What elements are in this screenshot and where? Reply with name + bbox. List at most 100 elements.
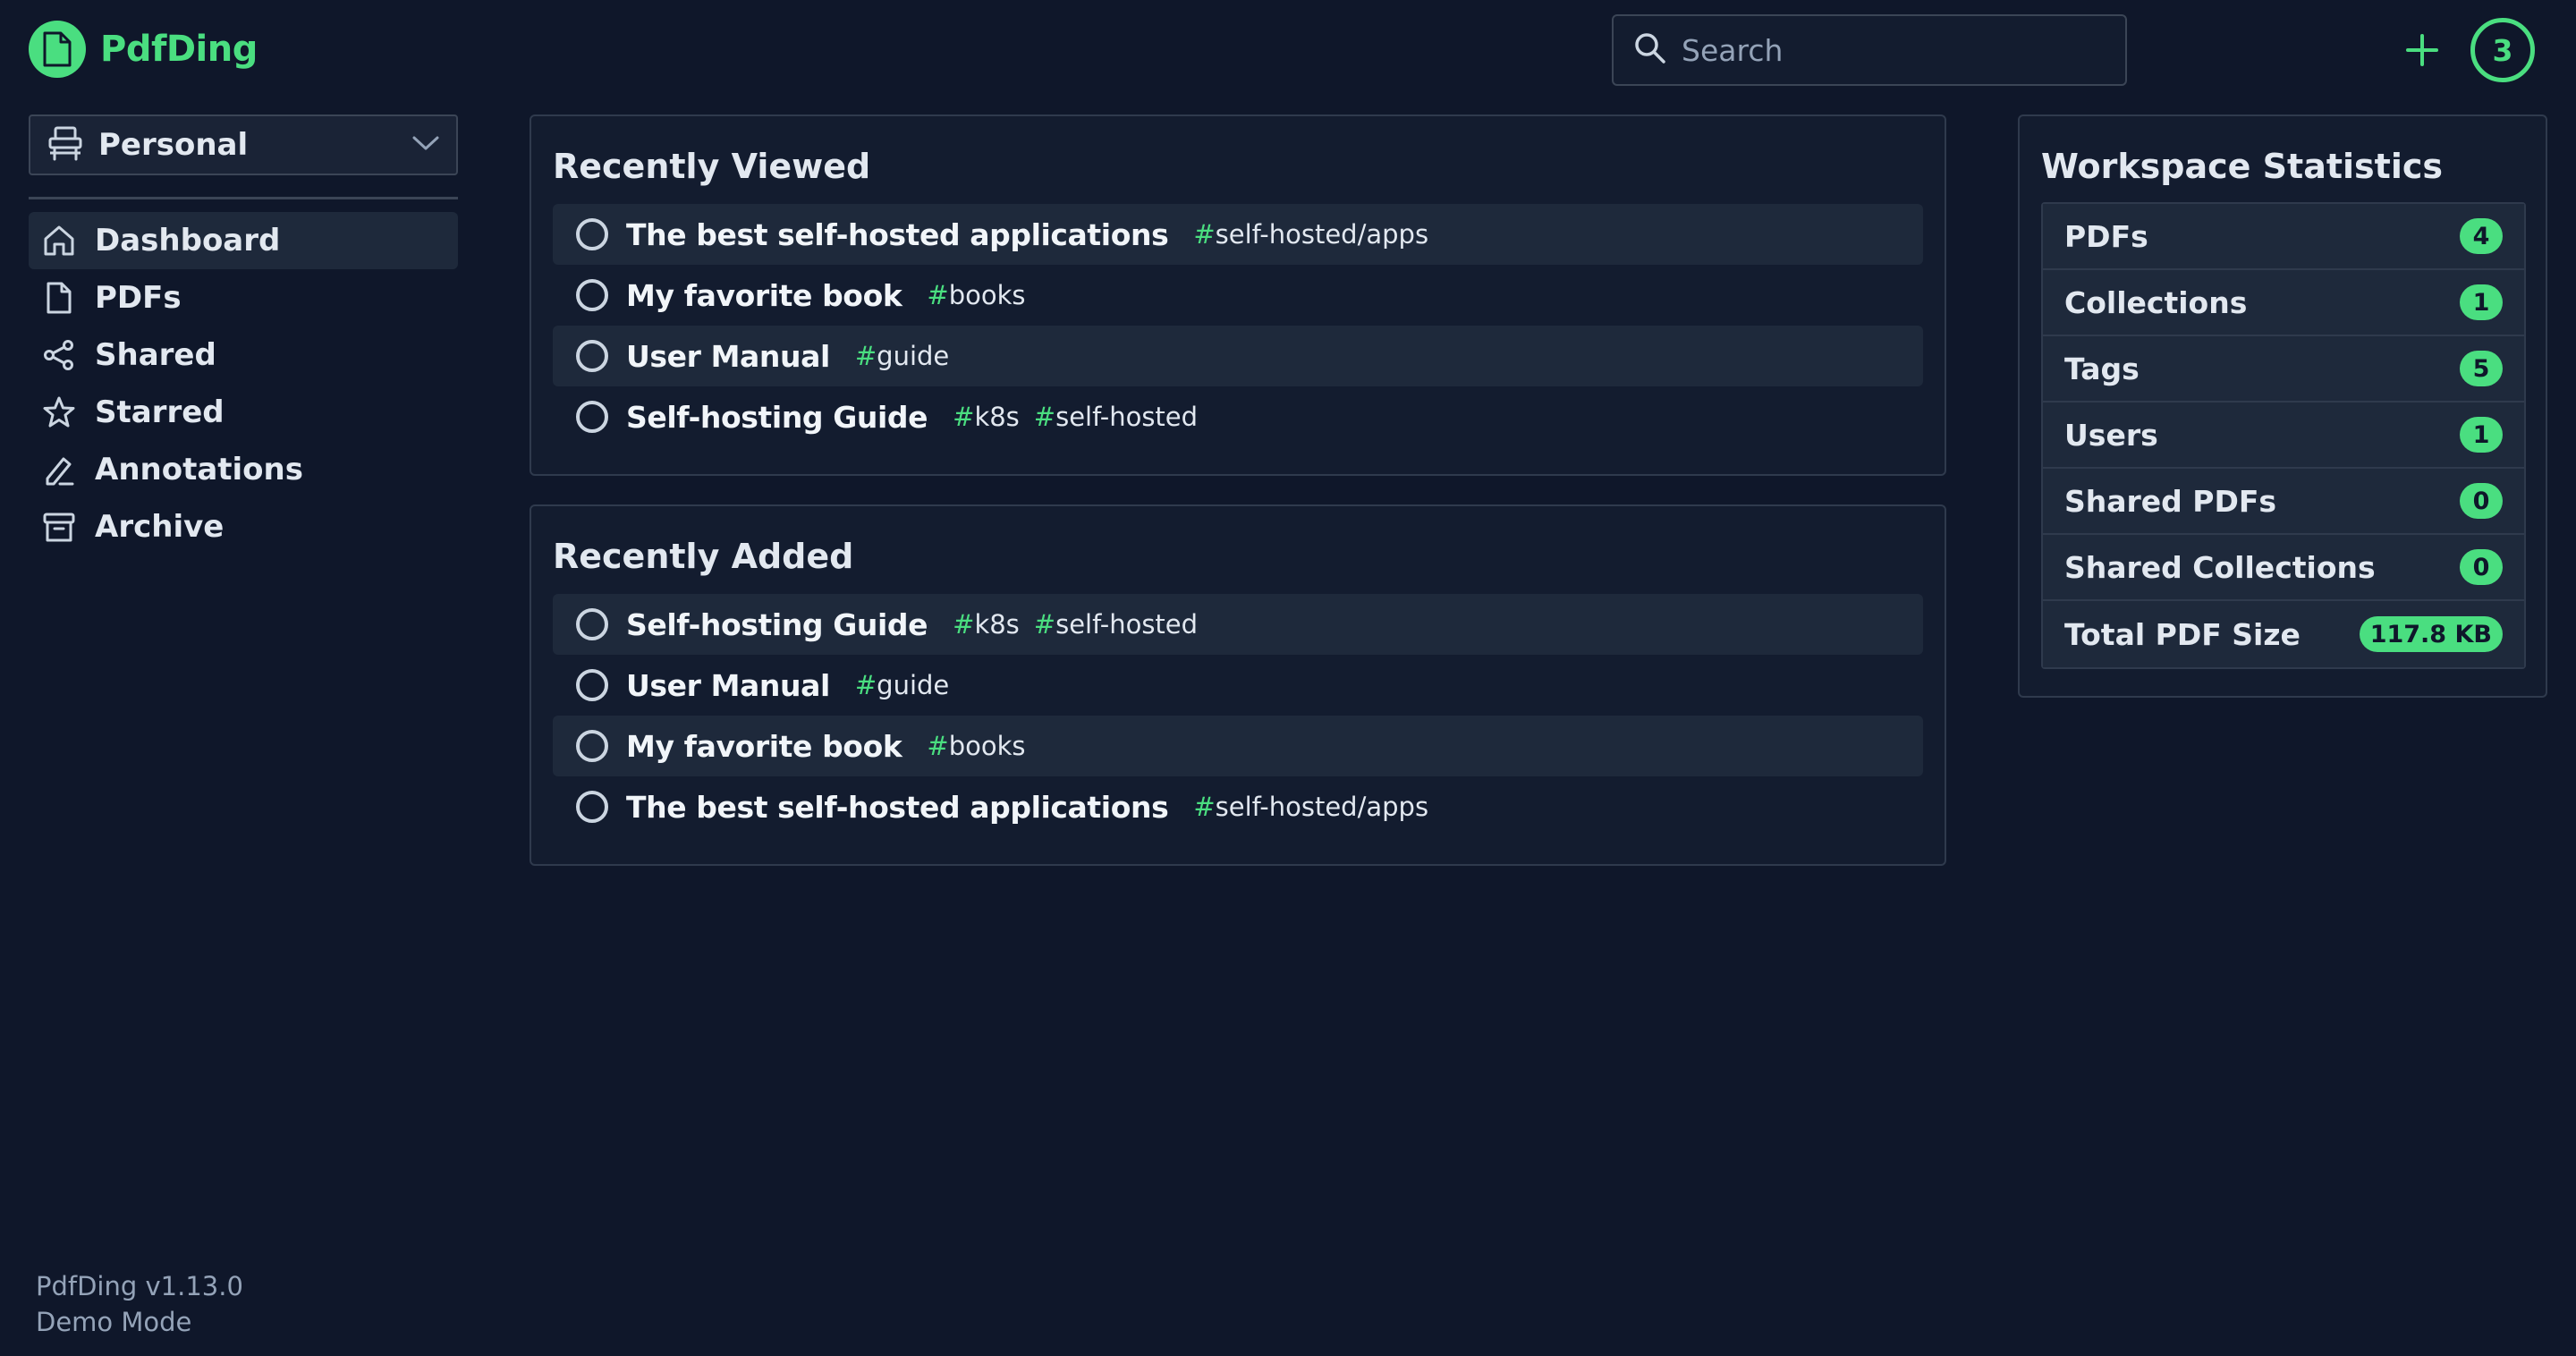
sidebar-footer: PdfDing v1.13.0 Demo Mode bbox=[36, 1268, 243, 1340]
sidebar-item-label: PDFs bbox=[95, 280, 182, 316]
avatar-count: 3 bbox=[2492, 32, 2513, 68]
tag-link[interactable]: #books bbox=[927, 731, 1025, 761]
search-input[interactable] bbox=[1682, 32, 2093, 68]
tag-link[interactable]: #self-hosted/apps bbox=[1193, 792, 1428, 822]
sidebar-item-shared[interactable]: Shared bbox=[29, 326, 458, 384]
pdf-title[interactable]: The best self-hosted applications bbox=[626, 790, 1169, 825]
add-pdf-button[interactable] bbox=[2399, 25, 2445, 75]
pdf-title[interactable]: User Manual bbox=[626, 339, 830, 374]
stat-badge: 0 bbox=[2460, 549, 2503, 585]
app-version: PdfDing v1.13.0 bbox=[36, 1271, 243, 1301]
share-icon bbox=[41, 337, 77, 373]
app-root: PdfDing 3 Pe bbox=[0, 0, 2576, 1356]
pdf-title[interactable]: My favorite book bbox=[626, 729, 902, 764]
tag-link[interactable]: #k8s bbox=[953, 402, 1020, 432]
radio-circle-icon[interactable] bbox=[576, 791, 608, 823]
card-title: Recently Added bbox=[553, 537, 854, 576]
pdf-title[interactable]: My favorite book bbox=[626, 278, 902, 313]
stats-table: PDFs 4 Collections 1 Tags 5 Users 1 Shar… bbox=[2041, 202, 2526, 669]
tag-link[interactable]: #guide bbox=[855, 670, 949, 700]
stat-label: Users bbox=[2064, 417, 2158, 453]
list-item[interactable]: The best self-hosted applications #self-… bbox=[553, 204, 1923, 265]
list-item[interactable]: User Manual #guide bbox=[553, 326, 1923, 386]
sidebar-item-label: Archive bbox=[95, 509, 225, 545]
search-icon bbox=[1633, 31, 1667, 69]
stat-label: Collections bbox=[2064, 284, 2248, 320]
list-item[interactable]: My favorite book #books bbox=[553, 265, 1923, 326]
stat-row: Collections 1 bbox=[2043, 270, 2524, 336]
tag-link[interactable]: #k8s bbox=[953, 609, 1020, 640]
workspace-icon bbox=[47, 124, 84, 165]
sidebar-nav: Dashboard PDFs Shared Starred Annotation… bbox=[29, 212, 458, 555]
sidebar-item-label: Shared bbox=[95, 337, 216, 373]
recently-viewed-list: The best self-hosted applications #self-… bbox=[553, 204, 1923, 447]
pdf-title[interactable]: User Manual bbox=[626, 668, 830, 703]
pdf-title[interactable]: The best self-hosted applications bbox=[626, 217, 1169, 252]
app-mode: Demo Mode bbox=[36, 1307, 192, 1337]
workspace-statistics-card: Workspace Statistics PDFs 4 Collections … bbox=[2018, 114, 2547, 698]
stat-row: Users 1 bbox=[2043, 403, 2524, 469]
list-item[interactable]: Self-hosting Guide #k8s #self-hosted bbox=[553, 594, 1923, 655]
list-item[interactable]: The best self-hosted applications #self-… bbox=[553, 776, 1923, 837]
stat-badge: 1 bbox=[2460, 284, 2503, 320]
card-title: Recently Viewed bbox=[553, 147, 871, 186]
plus-icon bbox=[2406, 34, 2438, 66]
sidebar-item-label: Annotations bbox=[95, 452, 303, 487]
stat-label: Tags bbox=[2064, 351, 2140, 386]
list-item[interactable]: User Manual #guide bbox=[553, 655, 1923, 716]
radio-circle-icon[interactable] bbox=[576, 340, 608, 372]
stat-label: PDFs bbox=[2064, 218, 2148, 254]
tag-link[interactable]: #books bbox=[927, 280, 1025, 310]
archive-icon bbox=[41, 509, 77, 545]
stat-row: Tags 5 bbox=[2043, 336, 2524, 403]
stat-label: Shared Collections bbox=[2064, 549, 2376, 585]
radio-circle-icon[interactable] bbox=[576, 218, 608, 250]
sidebar-item-pdfs[interactable]: PDFs bbox=[29, 269, 458, 326]
tag-link[interactable]: #self-hosted bbox=[1034, 402, 1198, 432]
stat-badge: 117.8 KB bbox=[2359, 616, 2503, 652]
pen-icon bbox=[41, 452, 77, 487]
radio-circle-icon[interactable] bbox=[576, 608, 608, 640]
sidebar-item-label: Dashboard bbox=[95, 223, 281, 258]
sidebar-divider bbox=[29, 197, 458, 199]
stat-row: PDFs 4 bbox=[2043, 204, 2524, 270]
radio-circle-icon[interactable] bbox=[576, 401, 608, 433]
stat-row: Shared Collections 0 bbox=[2043, 535, 2524, 601]
file-icon bbox=[41, 280, 77, 316]
recently-added-list: Self-hosting Guide #k8s #self-hosted Use… bbox=[553, 594, 1923, 837]
stat-badge: 4 bbox=[2460, 218, 2503, 254]
sidebar-item-label: Starred bbox=[95, 394, 225, 430]
stat-label: Total PDF Size bbox=[2064, 616, 2301, 652]
tag-link[interactable]: #self-hosted bbox=[1034, 609, 1198, 640]
recently-added-card: Recently Added Self-hosting Guide #k8s #… bbox=[530, 504, 1946, 866]
stat-badge: 1 bbox=[2460, 417, 2503, 453]
list-item[interactable]: Self-hosting Guide #k8s #self-hosted bbox=[553, 386, 1923, 447]
sidebar-item-annotations[interactable]: Annotations bbox=[29, 441, 458, 498]
sidebar-item-starred[interactable]: Starred bbox=[29, 384, 458, 441]
sidebar-item-dashboard[interactable]: Dashboard bbox=[29, 212, 458, 269]
workspace-selector[interactable]: Personal bbox=[29, 114, 458, 175]
stat-label: Shared PDFs bbox=[2064, 483, 2277, 519]
radio-circle-icon[interactable] bbox=[576, 279, 608, 311]
stat-badge: 5 bbox=[2460, 351, 2503, 386]
card-title: Workspace Statistics bbox=[2041, 147, 2443, 186]
radio-circle-icon[interactable] bbox=[576, 730, 608, 762]
user-avatar-button[interactable]: 3 bbox=[2470, 18, 2535, 82]
star-icon bbox=[41, 394, 77, 430]
logo-file-icon bbox=[29, 21, 86, 78]
pdf-title[interactable]: Self-hosting Guide bbox=[626, 400, 928, 435]
stat-row: Total PDF Size 117.8 KB bbox=[2043, 601, 2524, 667]
pdf-title[interactable]: Self-hosting Guide bbox=[626, 607, 928, 642]
app-logo[interactable]: PdfDing bbox=[29, 21, 258, 78]
tag-link[interactable]: #guide bbox=[855, 341, 949, 371]
home-icon bbox=[41, 223, 77, 258]
workspace-label: Personal bbox=[98, 127, 249, 163]
chevron-down-icon bbox=[411, 134, 440, 156]
sidebar-item-archive[interactable]: Archive bbox=[29, 498, 458, 555]
app-name: PdfDing bbox=[100, 29, 258, 70]
radio-circle-icon[interactable] bbox=[576, 669, 608, 701]
search-box[interactable] bbox=[1612, 14, 2127, 86]
stat-row: Shared PDFs 0 bbox=[2043, 469, 2524, 535]
tag-link[interactable]: #self-hosted/apps bbox=[1193, 219, 1428, 250]
list-item[interactable]: My favorite book #books bbox=[553, 716, 1923, 776]
